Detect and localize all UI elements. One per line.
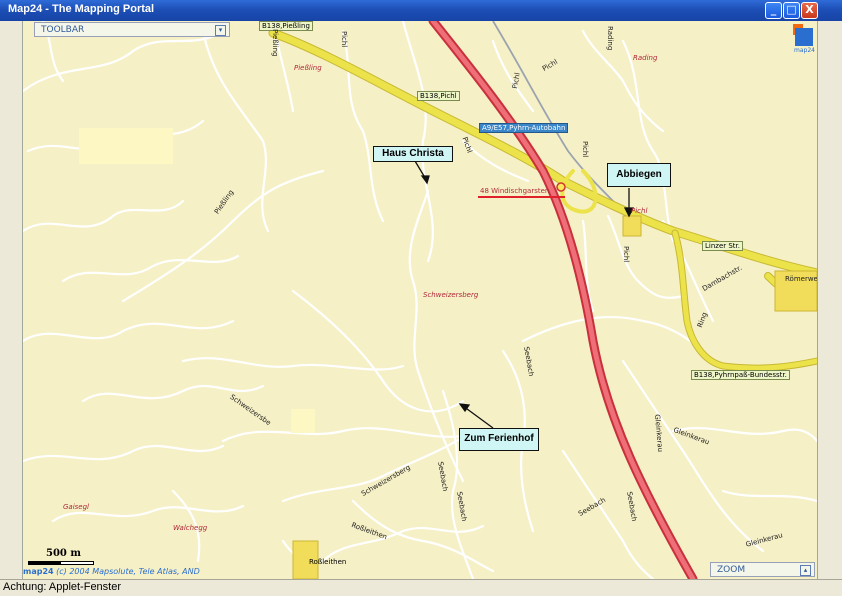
place-label-gaisegg: Gaisegl [63,503,90,511]
status-bar: Achtung: Applet-Fenster [0,579,842,596]
zoom-label: ZOOM [717,565,746,575]
map-canvas[interactable] [23,21,817,579]
road-shield-a9: A9/E57,Pyhrn-Autobahn [479,123,569,133]
street-label-roemerweg: Römerweg [785,275,818,283]
highway-a9 [428,21,698,579]
copyright-brand: map24 [23,567,54,576]
window-title: Map24 - The Mapping Portal [8,3,155,15]
maximize-button[interactable]: □ [783,2,800,19]
callout-abbiegen[interactable]: Abbiegen [607,163,671,187]
callout-zum-ferienhof[interactable]: Zum Ferienhof [459,428,539,451]
street-label-pichl-5: Pichl [581,141,589,158]
street-label-pichl-6: Pichl [622,246,630,263]
map24-logo[interactable]: map24 [793,24,815,55]
place-label-piessling: Pießling [294,64,322,72]
road-shield-linzer-str: Linzer Str. [702,241,744,251]
junction-marker [556,182,566,192]
highlight-area-1 [79,128,173,164]
toolbar-panel[interactable]: TOOLBAR ▾ [34,22,230,37]
place-label-rossleithen: Roßleithen [309,558,347,566]
road-shield-b138-pyhrnpass: B138,Pyhrnpaß-Bundesstr. [691,370,790,380]
copyright-text: (c) 2004 Mapsolute, Tele Atlas, AND [56,567,200,576]
main-road-b138 [268,28,817,372]
title-bar: Map24 - The Mapping Portal _ □ X [0,0,842,21]
scale-bar-graphic [28,561,94,565]
place-label-pichl: Pichl [631,207,648,215]
map-viewport[interactable]: B138,Pießling B138,Pichl A9/E57,Pyhrn-Au… [22,21,818,579]
logo-blue-square [795,28,813,46]
copyright-notice: map24 (c) 2004 Mapsolute, Tele Atlas, AN… [23,567,200,576]
zoom-panel[interactable]: ZOOM ▴ [710,562,815,577]
logo-text: map24 [794,47,815,54]
zoom-expand-icon[interactable]: ▴ [800,565,811,576]
place-label-windischgarsten: 48 Windischgarsten [480,187,550,195]
callout-haus-christa[interactable]: Haus Christa [373,146,453,162]
place-label-walchegg: Walchegg [173,524,208,532]
close-button[interactable]: X [801,2,818,19]
road-shield-b138-piessling: B138,Pießling [259,21,313,31]
place-label-rading: Rading [633,54,658,62]
status-text: Achtung: Applet-Fenster [3,581,122,593]
street-label-pichl-1: Pichl [340,31,348,48]
minimize-button[interactable]: _ [765,2,782,19]
street-label-piessling-vertical: Pießling [271,29,279,57]
toolbar-label: TOOLBAR [41,25,85,35]
scale-label: 500 m [46,548,81,559]
toolbar-dropdown-icon[interactable]: ▾ [215,25,226,36]
street-label-rading: Rading [606,26,614,51]
highlight-area-2 [291,409,315,433]
place-label-schweizersberg: Schweizersberg [423,291,479,299]
road-shield-b138-pichl: B138,Pichl [417,91,460,101]
